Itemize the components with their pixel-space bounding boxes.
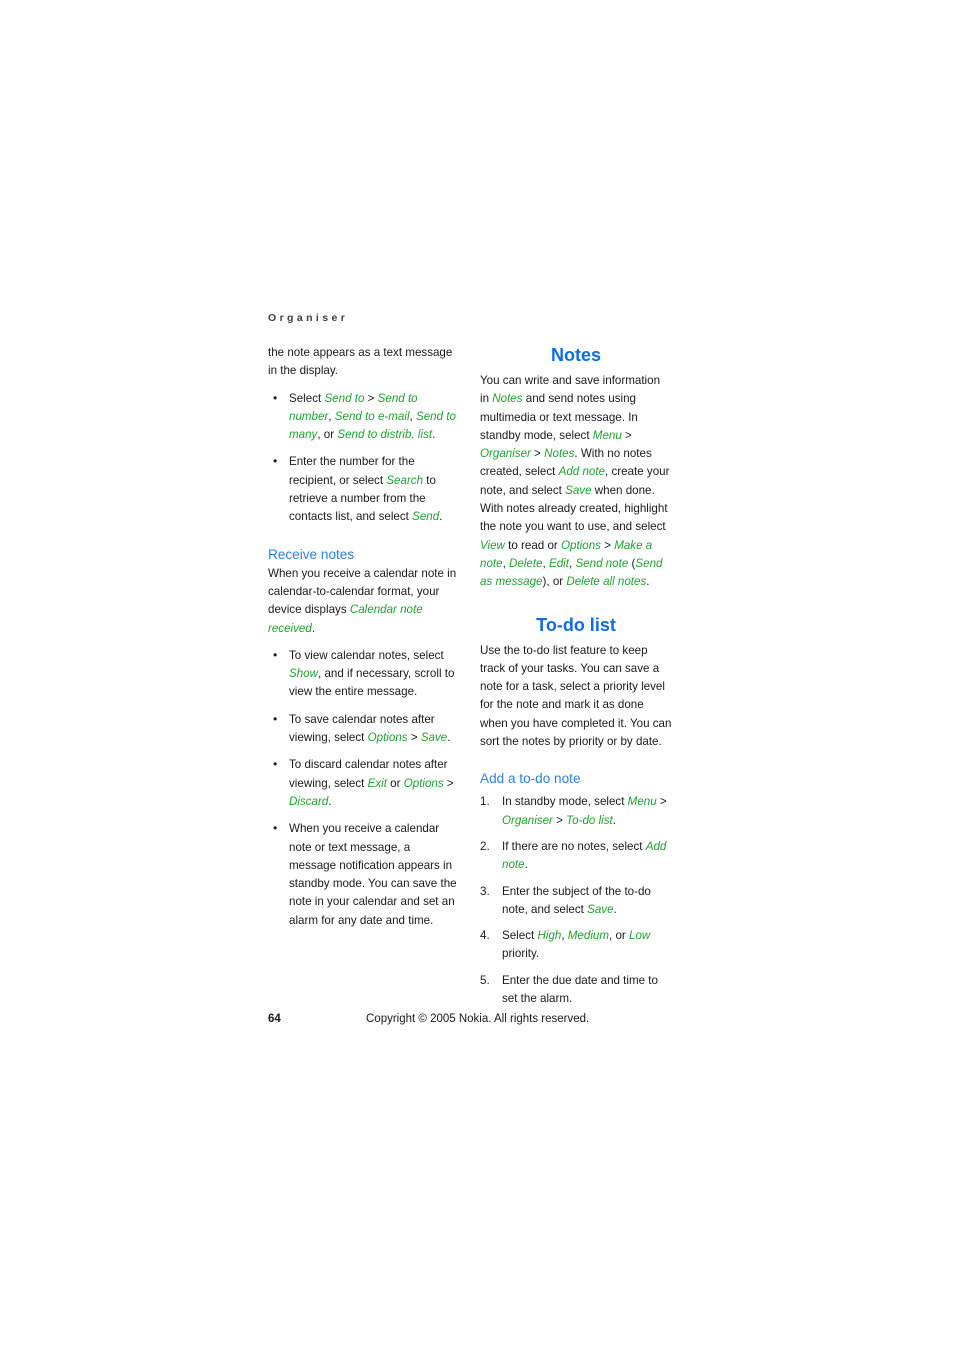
- ui-label: Menu: [592, 428, 622, 442]
- step-text: .: [613, 902, 617, 916]
- bullet-text: .: [328, 794, 332, 808]
- ui-label: Menu: [627, 795, 657, 809]
- ui-label: Medium: [567, 929, 610, 943]
- ui-label: Send: [412, 510, 440, 524]
- heading-receive-notes: Receive notes: [268, 546, 355, 562]
- paragraph-text: >: [621, 428, 632, 442]
- bullet-text: >: [364, 391, 378, 405]
- ui-label: Notes: [492, 392, 523, 406]
- ui-label: Options: [561, 538, 601, 552]
- todo-list-paragraph: Use the to-do list feature to keep track…: [480, 642, 672, 752]
- ui-label: Send to distrib. list: [337, 428, 433, 442]
- ui-label: Send note: [575, 556, 629, 570]
- continued-paragraph: the note appears as a text message in th…: [268, 344, 460, 381]
- step-text: In standby mode, select: [502, 795, 628, 809]
- ui-label: Delete all notes: [566, 575, 647, 589]
- heading-notes: Notes: [550, 345, 601, 365]
- list-item: To save calendar notes after viewing, se…: [268, 710, 460, 748]
- step-text: , or: [609, 929, 629, 943]
- bullet-text: or: [386, 776, 404, 790]
- ui-label: Discard: [289, 794, 329, 808]
- manual-page: Organiser the note appears as a text mes…: [0, 0, 954, 1351]
- ui-label: Exit: [367, 776, 387, 790]
- bullet-text: .: [439, 510, 443, 524]
- ui-label: Send to e-mail: [334, 409, 410, 423]
- list-item: In standby mode, select Menu > Organiser…: [480, 793, 672, 830]
- receive-notes-closing-paragraph: When you receive a calendar note or text…: [268, 819, 460, 930]
- bullet-text: >: [407, 731, 421, 745]
- ui-label: Search: [386, 473, 424, 487]
- ui-label: To-do list: [566, 813, 613, 827]
- paragraph-text: .: [646, 575, 650, 589]
- list-item: Select High, Medium, or Low priority.: [480, 927, 672, 964]
- heading-add-a-to-do-note: Add a to-do note: [480, 771, 581, 787]
- todo-list-heading-wrap: To-do list: [480, 614, 672, 636]
- step-text: >: [552, 813, 567, 827]
- list-item: To discard calendar notes after viewing,…: [268, 755, 460, 811]
- paragraph-text: ), or: [542, 575, 567, 589]
- right-column: Notes You can write and save information…: [480, 344, 672, 1008]
- ui-label: High: [537, 929, 562, 943]
- receive-notes-intro: When you receive a calendar note in cale…: [268, 565, 460, 638]
- list-item: Select Send to > Send to number, Send to…: [268, 389, 460, 445]
- receive-notes-bullet-list: To view calendar notes, select Show, and…: [268, 646, 460, 930]
- notes-heading-wrap: Notes: [480, 344, 672, 366]
- heading-to-do-list: To-do list: [536, 614, 616, 635]
- bullet-text: , or: [317, 428, 338, 442]
- page-number: 64: [268, 1013, 281, 1025]
- ui-label: Organiser: [480, 447, 531, 461]
- paragraph-text: .: [311, 621, 316, 635]
- continued-paragraph-text: the note appears as a text message in th…: [268, 346, 453, 378]
- paragraph-text: >: [600, 538, 615, 552]
- bullet-text: To view calendar notes, select: [289, 648, 444, 662]
- step-text: .: [524, 858, 528, 872]
- bullet-text: Select: [289, 391, 325, 405]
- ui-label: Add note: [558, 465, 606, 479]
- add-todo-note-steps: In standby mode, select Menu > Organiser…: [480, 793, 672, 1008]
- ui-label: Organiser: [502, 813, 553, 827]
- ui-label: Save: [420, 731, 448, 745]
- ui-label: Show: [289, 667, 319, 681]
- step-text: >: [656, 795, 667, 809]
- bullet-text: .: [432, 428, 436, 442]
- step-text: Select: [502, 929, 538, 943]
- list-item: Enter the subject of the to-do note, and…: [480, 883, 672, 920]
- list-item: Enter the number for the recipient, or s…: [268, 452, 460, 526]
- copyright-notice: Copyright © 2005 Nokia. All rights reser…: [366, 1013, 590, 1025]
- notes-paragraph: You can write and save information in No…: [480, 372, 672, 592]
- ui-label: Send to: [324, 391, 365, 405]
- step-text: If there are no notes, select: [502, 839, 646, 853]
- ui-label: Low: [629, 929, 651, 943]
- ui-label: Edit: [549, 556, 569, 570]
- step-text: .: [612, 813, 616, 827]
- list-item: Enter the due date and time to set the a…: [480, 972, 672, 1009]
- list-item: To view calendar notes, select Show, and…: [268, 646, 460, 702]
- ui-label: Options: [367, 731, 408, 745]
- left-column: the note appears as a text message in th…: [268, 344, 460, 930]
- step-text: Enter the due date and time to set the a…: [502, 973, 658, 1006]
- bullet-text: >: [443, 776, 454, 790]
- ui-label: Notes: [544, 447, 575, 461]
- ui-label: View: [480, 538, 505, 552]
- paragraph-text: Use the to-do list feature to keep track…: [480, 643, 672, 749]
- ui-label: Delete: [509, 556, 543, 570]
- running-header: Organiser: [268, 312, 349, 324]
- ui-label: Save: [565, 483, 592, 497]
- step-text: priority.: [502, 947, 540, 961]
- paragraph-text: When you receive a calendar note or text…: [289, 822, 457, 927]
- list-item: If there are no notes, select Add note.: [480, 838, 672, 875]
- ui-label: Options: [403, 776, 444, 790]
- paragraph-text: to read or: [504, 538, 561, 552]
- ui-label: Save: [587, 902, 614, 916]
- step-text: Enter the subject of the to-do note, and…: [502, 884, 651, 916]
- page-footer: 64 Copyright © 2005 Nokia. All rights re…: [268, 1013, 680, 1031]
- send-options-bullet-list: Select Send to > Send to number, Send to…: [268, 389, 460, 527]
- paragraph-text: >: [530, 447, 545, 461]
- bullet-text: .: [447, 731, 451, 745]
